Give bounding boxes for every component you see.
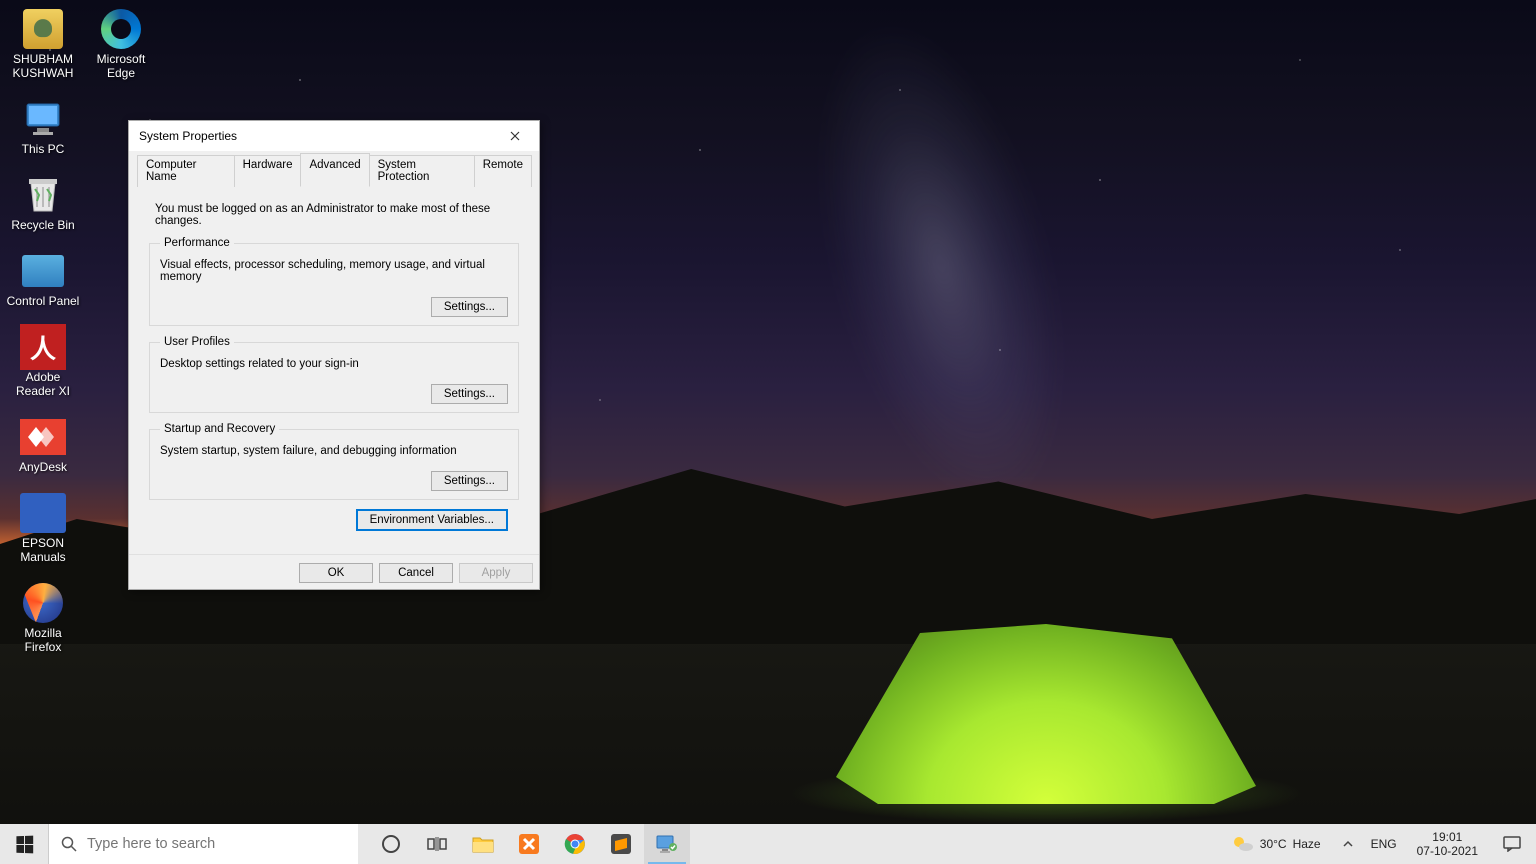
- admin-notice-text: You must be logged on as an Administrato…: [155, 203, 519, 227]
- weather-temp: 30°C: [1260, 837, 1287, 851]
- system-properties-dialog: System Properties Computer Name Hardware…: [128, 120, 540, 590]
- wallpaper-tent: [836, 604, 1256, 804]
- startup-recovery-legend: Startup and Recovery: [160, 423, 279, 435]
- startup-recovery-group: Startup and Recovery System startup, sys…: [149, 423, 519, 500]
- desktop-icon-label: Recycle Bin: [11, 218, 74, 232]
- close-button[interactable]: [495, 123, 535, 149]
- tab-hardware[interactable]: Hardware: [234, 155, 302, 187]
- sublime-icon: [610, 833, 632, 855]
- desktop-icon-label: This PC: [22, 142, 65, 156]
- taskbar: 30°C Haze ENG 19:01 07-10-2021: [0, 824, 1536, 864]
- start-button[interactable]: [0, 824, 48, 864]
- cancel-button[interactable]: Cancel: [379, 563, 453, 583]
- desktop-icons-column-2: Microsoft Edge: [82, 8, 160, 80]
- system-tray: 30°C Haze ENG 19:01 07-10-2021: [1222, 824, 1536, 864]
- environment-variables-button[interactable]: Environment Variables...: [357, 510, 507, 530]
- this-pc-icon: [19, 98, 67, 140]
- desktop-icon-control-panel[interactable]: Control Panel: [4, 250, 82, 308]
- taskbar-task-view[interactable]: [414, 824, 460, 864]
- ok-button[interactable]: OK: [299, 563, 373, 583]
- search-icon: [61, 836, 77, 852]
- dialog-button-row: OK Cancel Apply: [129, 554, 539, 589]
- desktop-icon-label: Mozilla Firefox: [5, 626, 81, 654]
- performance-group: Performance Visual effects, processor sc…: [149, 237, 519, 326]
- adobe-reader-icon: 人: [19, 326, 67, 368]
- desktop-icon-epson-manuals[interactable]: EPSON Manuals: [4, 492, 82, 564]
- user-profiles-settings-button[interactable]: Settings...: [431, 384, 508, 404]
- tray-time: 19:01: [1432, 830, 1462, 844]
- notifications-icon: [1503, 836, 1521, 852]
- desktop-icon-anydesk[interactable]: AnyDesk: [4, 416, 82, 474]
- chrome-icon: [564, 833, 586, 855]
- desktop-icon-firefox[interactable]: Mozilla Firefox: [4, 582, 82, 654]
- taskbar-file-explorer[interactable]: [460, 824, 506, 864]
- taskbar-xampp[interactable]: [506, 824, 552, 864]
- tab-advanced[interactable]: Advanced: [300, 153, 369, 187]
- desktop-icon-user-folder[interactable]: SHUBHAM KUSHWAH: [4, 8, 82, 80]
- desktop-icon-edge[interactable]: Microsoft Edge: [82, 8, 160, 80]
- dialog-title: System Properties: [139, 129, 237, 143]
- dialog-titlebar[interactable]: System Properties: [129, 121, 539, 151]
- tab-computer-name[interactable]: Computer Name: [137, 155, 235, 187]
- tab-system-protection[interactable]: System Protection: [369, 155, 475, 187]
- performance-settings-button[interactable]: Settings...: [431, 297, 508, 317]
- taskbar-pinned-apps: [368, 824, 690, 864]
- startup-recovery-settings-button[interactable]: Settings...: [431, 471, 508, 491]
- desktop-icon-recycle-bin[interactable]: Recycle Bin: [4, 174, 82, 232]
- weather-icon: [1232, 835, 1254, 853]
- control-panel-icon: [19, 250, 67, 292]
- firefox-icon: [19, 582, 67, 624]
- desktop-icon-this-pc[interactable]: This PC: [4, 98, 82, 156]
- close-icon: [510, 131, 520, 141]
- desktop-icon-label: Adobe Reader XI: [5, 370, 81, 398]
- system-properties-icon: [655, 834, 679, 854]
- tray-language[interactable]: ENG: [1365, 824, 1403, 864]
- tray-date: 07-10-2021: [1417, 844, 1478, 858]
- tray-notifications[interactable]: [1492, 824, 1532, 864]
- desktop-icon-label: SHUBHAM KUSHWAH: [5, 52, 81, 80]
- chevron-up-icon: [1343, 839, 1353, 849]
- startup-recovery-desc: System startup, system failure, and debu…: [160, 445, 508, 457]
- taskbar-system-properties[interactable]: [644, 824, 690, 864]
- desktop-icon-label: EPSON Manuals: [5, 536, 81, 564]
- tab-remote[interactable]: Remote: [474, 155, 532, 187]
- tray-chevron[interactable]: [1337, 824, 1359, 864]
- epson-manuals-icon: [19, 492, 67, 534]
- apply-button[interactable]: Apply: [459, 563, 533, 583]
- dialog-body: Computer Name Hardware Advanced System P…: [129, 151, 539, 554]
- anydesk-icon: [19, 416, 67, 458]
- weather-condition: Haze: [1293, 837, 1321, 851]
- xampp-icon: [518, 833, 540, 855]
- file-explorer-icon: [472, 835, 494, 853]
- task-view-icon: [427, 836, 447, 852]
- taskbar-search[interactable]: [48, 824, 358, 864]
- performance-desc: Visual effects, processor scheduling, me…: [160, 259, 508, 283]
- user-profiles-desc: Desktop settings related to your sign-in: [160, 358, 508, 370]
- tray-weather[interactable]: 30°C Haze: [1222, 824, 1331, 864]
- desktop-icon-label: Control Panel: [7, 294, 80, 308]
- desktop-icon-label: AnyDesk: [19, 460, 67, 474]
- taskbar-sublime[interactable]: [598, 824, 644, 864]
- user-profiles-legend: User Profiles: [160, 336, 234, 348]
- tray-clock[interactable]: 19:01 07-10-2021: [1409, 824, 1486, 864]
- performance-legend: Performance: [160, 237, 234, 249]
- tab-pane-advanced: You must be logged on as an Administrato…: [137, 191, 531, 546]
- cortana-icon: [381, 834, 401, 854]
- tab-strip: Computer Name Hardware Advanced System P…: [137, 155, 531, 187]
- taskbar-cortana[interactable]: [368, 824, 414, 864]
- user-profiles-group: User Profiles Desktop settings related t…: [149, 336, 519, 413]
- recycle-bin-icon: [19, 174, 67, 216]
- taskbar-chrome[interactable]: [552, 824, 598, 864]
- search-input[interactable]: [87, 836, 317, 852]
- edge-icon: [97, 8, 145, 50]
- user-folder-icon: [23, 9, 63, 49]
- desktop-icon-label: Microsoft Edge: [83, 52, 159, 80]
- windows-logo-icon: [16, 835, 33, 853]
- desktop-icon-adobe-reader[interactable]: 人 Adobe Reader XI: [4, 326, 82, 398]
- desktop-icons-column-1: SHUBHAM KUSHWAH This PC Recycle Bin Cont…: [4, 8, 82, 654]
